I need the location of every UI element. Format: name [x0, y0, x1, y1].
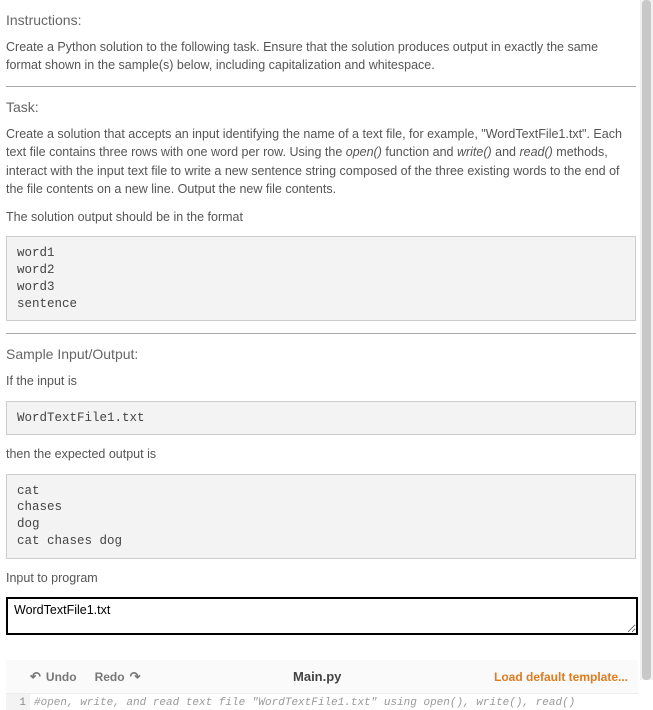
sample-then-output: then the expected output is — [6, 445, 636, 463]
instructions-heading: Instructions: — [6, 12, 636, 28]
code-editor: ↶ Undo Redo ↷ Main.py Load default templ… — [6, 660, 638, 710]
redo-button[interactable]: Redo ↷ — [95, 669, 141, 685]
sample-if-input: If the input is — [6, 372, 636, 390]
editor-body[interactable]: 1 2 3 4 #open, write, and read text file… — [6, 694, 638, 710]
task-description: Create a solution that accepts an input … — [6, 125, 636, 198]
main-content: Instructions: Create a Python solution t… — [0, 0, 640, 710]
task-fn-read: read() — [519, 145, 552, 159]
task-desc-mid1: function and — [382, 145, 457, 159]
editor-filename: Main.py — [140, 669, 494, 684]
load-template-button[interactable]: Load default template... — [494, 670, 628, 684]
undo-button[interactable]: ↶ Undo — [30, 669, 77, 685]
divider — [6, 333, 636, 334]
task-fn-write: write() — [457, 145, 492, 159]
scrollbar-thumb[interactable] — [642, 0, 651, 680]
format-codeblock: word1 word2 word3 sentence — [6, 236, 636, 322]
divider — [6, 86, 636, 87]
program-input[interactable] — [6, 597, 638, 635]
sample-output-codeblock: cat chases dog cat chases dog — [6, 474, 636, 560]
redo-label: Redo — [95, 670, 125, 684]
editor-gutter: 1 2 3 4 — [6, 694, 30, 710]
instructions-text: Create a Python solution to the followin… — [6, 38, 636, 74]
editor-toolbar: ↶ Undo Redo ↷ Main.py Load default templ… — [6, 660, 638, 694]
format-label: The solution output should be in the for… — [6, 208, 636, 226]
task-heading: Task: — [6, 99, 636, 115]
sample-input-codeblock: WordTextFile1.txt — [6, 401, 636, 436]
editor-code[interactable]: #open, write, and read text file "WordTe… — [30, 694, 638, 710]
redo-icon: ↷ — [130, 669, 141, 685]
undo-icon: ↶ — [30, 669, 41, 685]
program-input-label: Input to program — [6, 569, 636, 587]
task-desc-mid2: and — [492, 145, 520, 159]
sample-heading: Sample Input/Output: — [6, 346, 636, 362]
task-fn-open: open() — [346, 145, 382, 159]
undo-label: Undo — [46, 670, 77, 684]
scrollbar-track[interactable] — [640, 0, 653, 680]
